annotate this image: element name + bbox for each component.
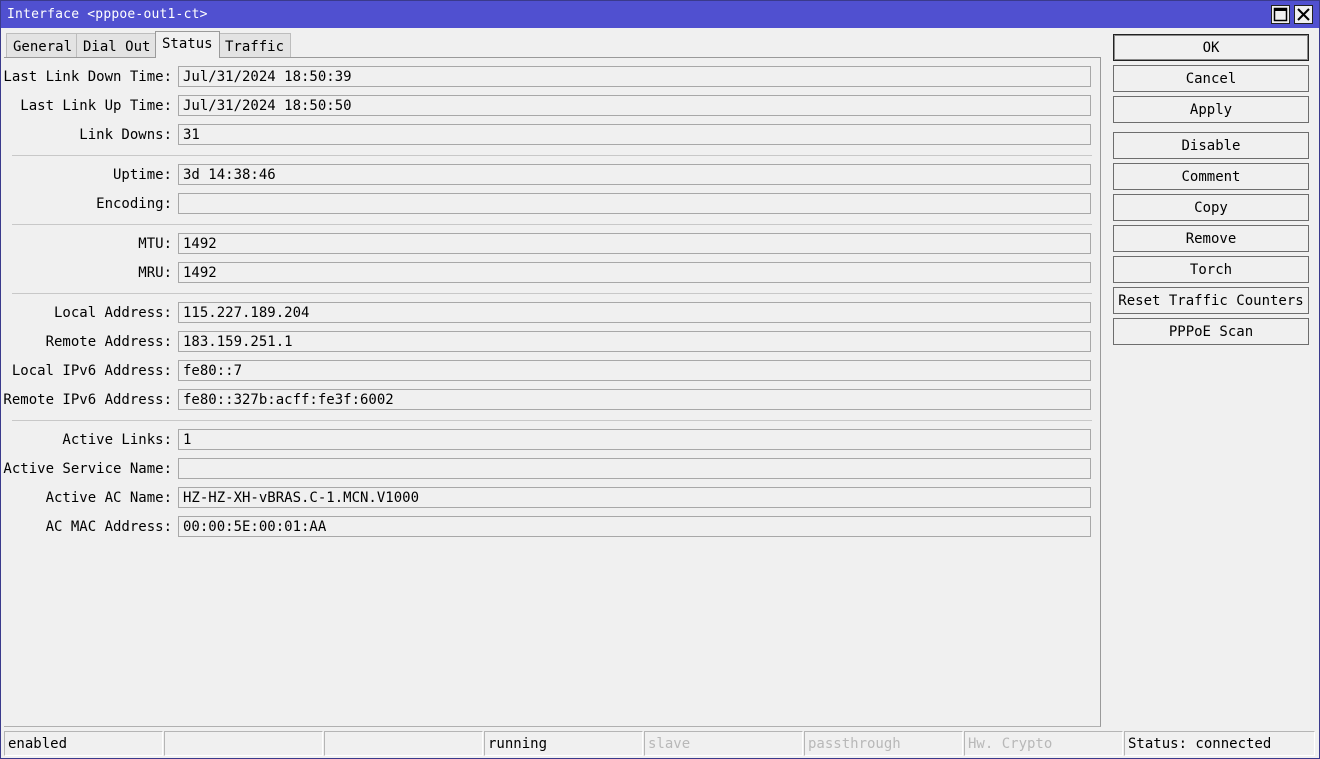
last-link-up-time-field[interactable]: Jul/31/2024 18:50:50 bbox=[178, 95, 1091, 116]
active-links-field[interactable]: 1 bbox=[178, 429, 1091, 450]
reset-traffic-counters-button[interactable]: Reset Traffic Counters bbox=[1113, 287, 1309, 314]
field-label: Remote Address: bbox=[45, 334, 172, 350]
remove-button[interactable]: Remove bbox=[1113, 225, 1309, 252]
local-address-field[interactable]: 115.227.189.204 bbox=[178, 302, 1091, 323]
tab-status[interactable]: Status bbox=[155, 31, 220, 58]
title-bar[interactable]: Interface <pppoe-out1-ct> bbox=[1, 1, 1319, 28]
mru-field[interactable]: 1492 bbox=[178, 262, 1091, 283]
encoding-field[interactable] bbox=[178, 193, 1091, 214]
torch-button[interactable]: Torch bbox=[1113, 256, 1309, 283]
field-label: Local Address: bbox=[53, 305, 172, 321]
mtu-field[interactable]: 1492 bbox=[178, 233, 1091, 254]
field-label: MRU: bbox=[138, 265, 172, 281]
active-ac-name-field[interactable]: HZ-HZ-XH-vBRAS.C-1.MCN.V1000 bbox=[178, 487, 1091, 508]
close-icon bbox=[1297, 8, 1310, 21]
tab-general[interactable]: General bbox=[6, 33, 80, 57]
disable-button[interactable]: Disable bbox=[1113, 132, 1309, 159]
status-slave: slave bbox=[644, 731, 803, 756]
status-enabled: enabled bbox=[4, 731, 163, 756]
window-title: Interface <pppoe-out1-ct> bbox=[7, 7, 208, 22]
pppoe-scan-button[interactable]: PPPoE Scan bbox=[1113, 318, 1309, 345]
maximize-button[interactable] bbox=[1271, 5, 1290, 24]
status-running: running bbox=[484, 731, 643, 756]
separator bbox=[12, 224, 1092, 225]
field-label: Encoding: bbox=[96, 196, 172, 212]
uptime-field[interactable]: 3d 14:38:46 bbox=[178, 164, 1091, 185]
remote-address-field[interactable]: 183.159.251.1 bbox=[178, 331, 1091, 352]
field-label: AC MAC Address: bbox=[45, 519, 172, 535]
local-ipv6-address-field[interactable]: fe80::7 bbox=[178, 360, 1091, 381]
close-button[interactable] bbox=[1294, 5, 1313, 24]
tab-dial-out[interactable]: Dial Out bbox=[76, 33, 158, 57]
active-service-name-field[interactable] bbox=[178, 458, 1091, 479]
field-label: Last Link Down Time: bbox=[3, 69, 172, 85]
status-hw-crypto: Hw. Crypto bbox=[964, 731, 1123, 756]
last-link-down-time-field[interactable]: Jul/31/2024 18:50:39 bbox=[178, 66, 1091, 87]
separator bbox=[12, 420, 1092, 421]
status-passthrough: passthrough bbox=[804, 731, 963, 756]
status-cell-empty bbox=[324, 731, 483, 756]
field-label: Active Service Name: bbox=[3, 461, 172, 477]
remote-ipv6-address-field[interactable]: fe80::327b:acff:fe3f:6002 bbox=[178, 389, 1091, 410]
status-cell-empty bbox=[164, 731, 323, 756]
copy-button[interactable]: Copy bbox=[1113, 194, 1309, 221]
field-label: Last Link Up Time: bbox=[20, 98, 172, 114]
link-downs-field[interactable]: 31 bbox=[178, 124, 1091, 145]
comment-button[interactable]: Comment bbox=[1113, 163, 1309, 190]
field-label: Local IPv6 Address: bbox=[11, 363, 172, 379]
status-bar: enabled running slave passthrough Hw. Cr… bbox=[4, 731, 1316, 756]
ac-mac-address-field[interactable]: 00:00:5E:00:01:AA bbox=[178, 516, 1091, 537]
apply-button[interactable]: Apply bbox=[1113, 96, 1309, 123]
separator bbox=[12, 293, 1092, 294]
field-label: Remote IPv6 Address: bbox=[3, 392, 172, 408]
field-label: Active AC Name: bbox=[45, 490, 172, 506]
field-label: Active Links: bbox=[62, 432, 172, 448]
maximize-icon bbox=[1273, 7, 1288, 22]
status-connected: Status: connected bbox=[1124, 731, 1315, 756]
tab-traffic[interactable]: Traffic bbox=[218, 33, 292, 57]
interface-window: Interface <pppoe-out1-ct> General Dial O… bbox=[0, 0, 1320, 759]
ok-button[interactable]: OK bbox=[1113, 34, 1309, 61]
separator bbox=[12, 155, 1092, 156]
field-label: Link Downs: bbox=[79, 127, 172, 143]
cancel-button[interactable]: Cancel bbox=[1113, 65, 1309, 92]
field-label: MTU: bbox=[138, 236, 172, 252]
field-label: Uptime: bbox=[112, 167, 172, 183]
